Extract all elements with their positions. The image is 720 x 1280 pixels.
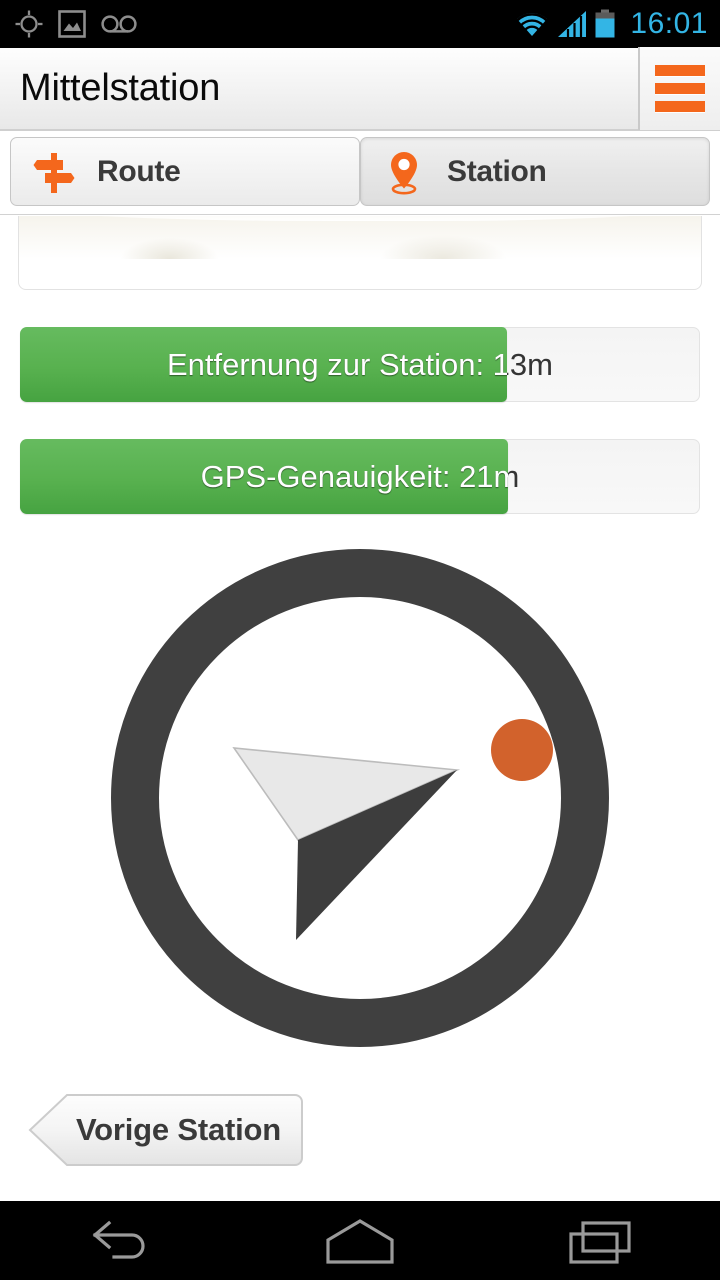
distance-label-clip: Entfernung zur Station: 13m <box>20 327 507 402</box>
distance-progress-bar: Entfernung zur Station: 13m Entfernung z… <box>20 327 700 402</box>
status-bar-right-icons: 16:01 <box>514 7 708 41</box>
distance-label: Entfernung zur Station: 13m <box>166 346 507 382</box>
page-title: Mittelstation <box>20 67 221 109</box>
tab-bar: Route Station <box>0 131 720 215</box>
voicemail-icon <box>101 15 137 33</box>
nav-recents-button[interactable] <box>525 1201 675 1280</box>
tab-station[interactable]: Station <box>360 137 710 206</box>
signpost-icon <box>33 152 75 193</box>
scroll-content[interactable]: Entfernung zur Station: 13m Entfernung z… <box>0 216 720 1201</box>
recents-icon <box>569 1220 631 1264</box>
tab-station-label: Station <box>447 154 547 188</box>
action-bar: Mittelstation <box>0 47 720 131</box>
android-navigation-bar <box>0 1201 720 1280</box>
hamburger-bar-3 <box>655 101 705 112</box>
hamburger-bar-1 <box>655 65 705 76</box>
nav-home-button[interactable] <box>285 1201 435 1280</box>
gps-accuracy-progress-bar: GPS-Genauigkeit: 21m GPS-Genauigkeit: 21… <box>20 439 700 514</box>
map-terrain <box>19 216 701 221</box>
previous-station-button[interactable]: Vorige Station <box>27 1093 304 1167</box>
compass-widget <box>111 549 609 1047</box>
nav-back-button[interactable] <box>45 1201 195 1280</box>
hamburger-bar-2 <box>655 83 705 94</box>
screenshot-image-icon <box>58 10 86 38</box>
battery-icon <box>595 9 615 38</box>
accuracy-label: GPS-Genauigkeit: 21m <box>200 458 508 494</box>
status-bar: 16:01 <box>0 0 720 48</box>
gps-icon <box>15 10 43 38</box>
map-pin-icon <box>391 151 417 194</box>
accuracy-label-clip: GPS-Genauigkeit: 21m <box>20 439 508 514</box>
piste-map-card[interactable] <box>18 216 702 290</box>
piste-map-image <box>19 216 701 259</box>
tab-route-label: Route <box>97 154 181 188</box>
home-icon <box>326 1218 394 1264</box>
phone-screen: 16:01 Mittelstation Route Station Entfer… <box>0 0 720 1280</box>
wifi-icon <box>516 13 549 36</box>
status-bar-left-icons <box>14 9 138 39</box>
tab-route[interactable]: Route <box>10 137 360 206</box>
station-direction-dot <box>491 719 553 781</box>
back-icon <box>92 1220 145 1259</box>
compass-arrow <box>232 747 461 940</box>
hamburger-menu-icon[interactable] <box>638 47 720 130</box>
cellular-signal-icon <box>558 11 587 39</box>
previous-station-button-label: Vorige Station <box>75 1112 282 1147</box>
status-bar-clock: 16:01 <box>630 7 708 40</box>
